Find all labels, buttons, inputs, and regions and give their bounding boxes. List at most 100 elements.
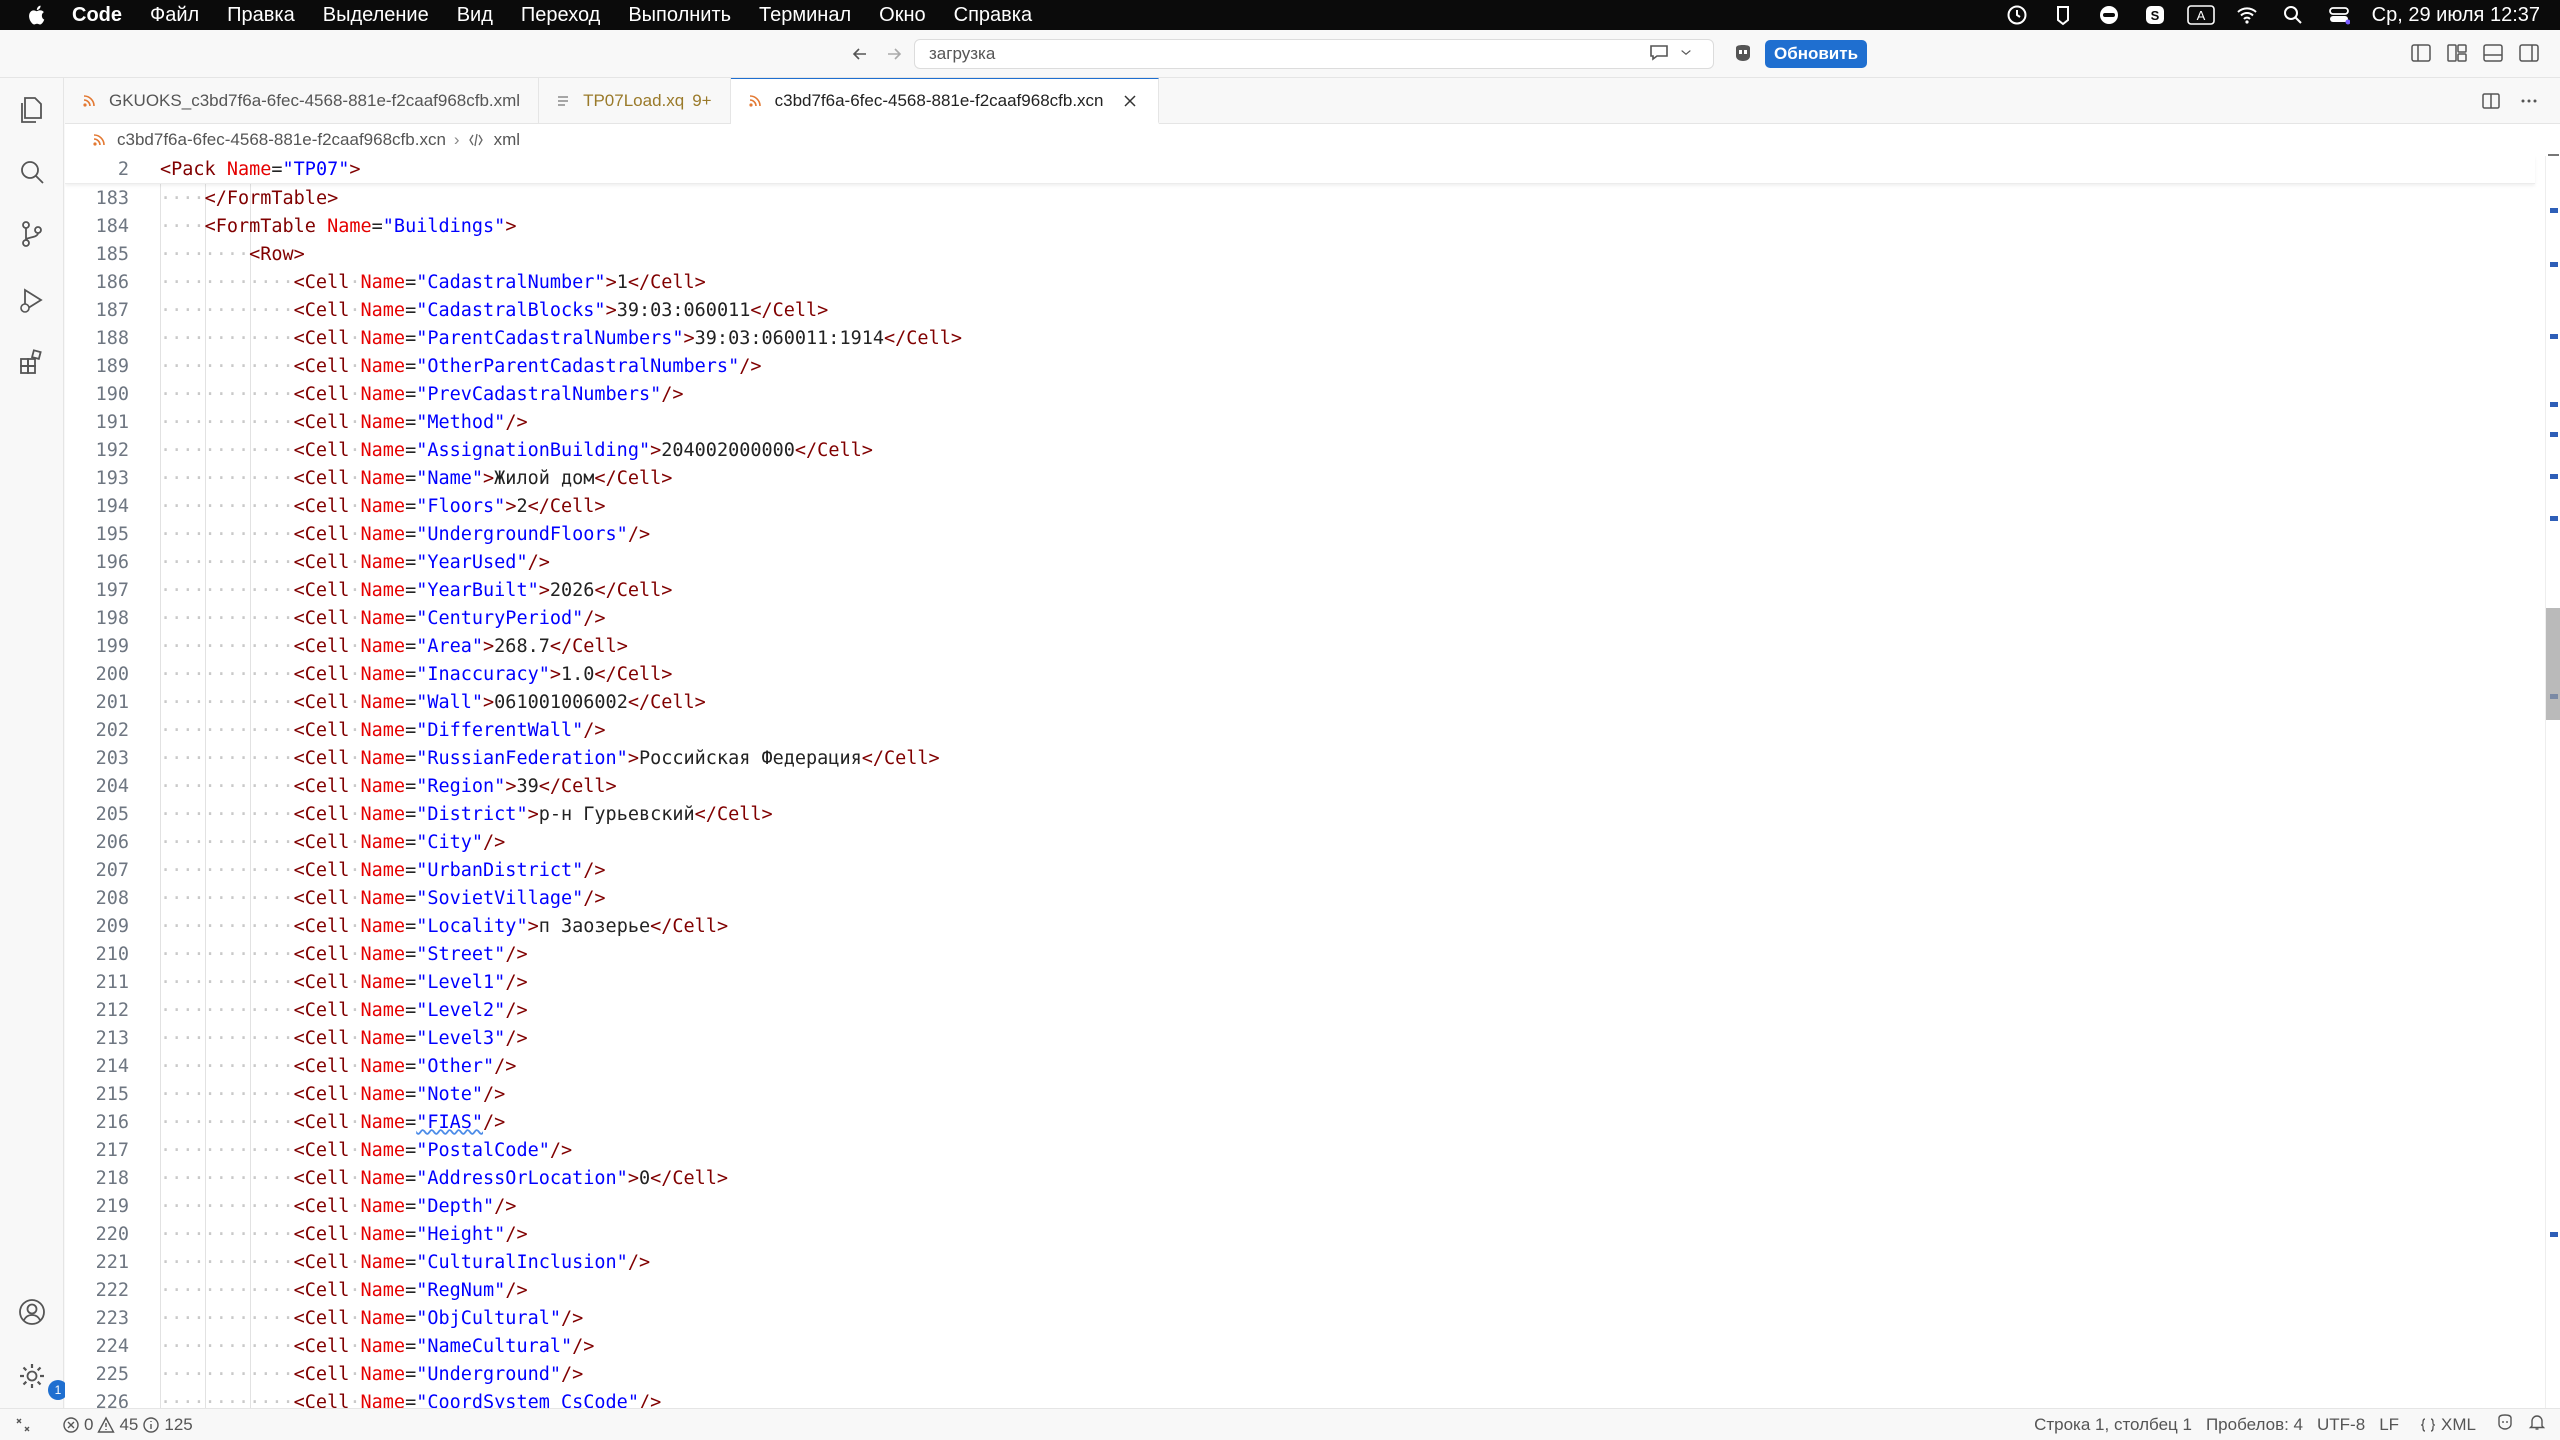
breadcrumb-file[interactable]: c3bd7f6a-6fec-4568-881e-f2caaf968cfb.xcn [117,130,446,150]
code-line[interactable]: 185 ········<Row> [65,240,2535,268]
code-line[interactable]: 213 ············<Cell·Name="Level3"/> [65,1024,2535,1052]
code-line[interactable]: 202 ············<Cell·Name="DifferentWall… [65,716,2535,744]
customize-layout-icon[interactable] [2446,42,2468,69]
run-and-debug-icon[interactable] [14,282,50,318]
code-line[interactable]: 186 ············<Cell·Name="CadastralNumb… [65,268,2535,296]
tab-tp07load-xq[interactable]: TP07Load.xq 9+ [539,78,731,124]
code-line[interactable]: 183 ····</FormTable> [65,184,2535,212]
tray-keyboard-layout-icon[interactable]: A [2178,4,2224,26]
menu-edit[interactable]: Правка [213,4,309,27]
code-line[interactable]: 210 ············<Cell·Name="Street"/> [65,940,2535,968]
search-icon[interactable] [14,154,50,190]
tab-gkuoks-xml[interactable]: GKUOKS_c3bd7f6a-6fec-4568-881e-f2caaf968… [65,78,540,124]
more-actions-icon[interactable] [2518,90,2540,117]
breadcrumb-node[interactable]: xml [494,130,520,150]
code-line[interactable]: 193 ············<Cell·Name="Name">Жилой д… [65,464,2535,492]
tray-gamepad-icon[interactable] [2086,4,2132,26]
code-line[interactable]: 192 ············<Cell·Name="AssignationBu… [65,436,2535,464]
code-line[interactable]: 225 ············<Cell·Name="Underground"/… [65,1360,2535,1388]
code-line[interactable]: 226 ············<Cell·Name="CoordSystem C… [65,1388,2535,1409]
indentation[interactable]: Пробелов: 4 [2206,1415,2303,1435]
code-line[interactable]: 218 ············<Cell·Name="AddressOrLoca… [65,1164,2535,1192]
copilot-icon[interactable] [1732,42,1754,64]
tab-xcn-active[interactable]: c3bd7f6a-6fec-4568-881e-f2caaf968cfb.xcn [730,78,1159,124]
code-line[interactable]: 203 ············<Cell·Name="RussianFedera… [65,744,2535,772]
code-line[interactable]: 224 ············<Cell·Name="NameCultural"… [65,1332,2535,1360]
extensions-icon[interactable] [14,344,50,380]
code-line[interactable]: 208 ············<Cell·Name="SovietVillage… [65,884,2535,912]
source-control-icon[interactable] [14,216,50,252]
tray-spotlight-icon[interactable] [2270,4,2316,26]
code-line[interactable]: 207 ············<Cell·Name="UrbanDistrict… [65,856,2535,884]
code-line[interactable]: 212 ············<Cell·Name="Level2"/> [65,996,2535,1024]
editor-scrollbar[interactable] [2545,154,2560,1408]
copilot-status-icon[interactable] [2496,1413,2514,1436]
back-arrow-icon[interactable] [848,42,872,66]
code-line[interactable]: 217 ············<Cell·Name="PostalCode"/> [65,1136,2535,1164]
menu-run[interactable]: Выполнить [614,4,745,27]
update-button[interactable]: Обновить [1765,40,1867,68]
tray-wifi-icon[interactable] [2224,4,2270,26]
code-line[interactable]: 216 ············<Cell·Name="FIAS"/> [65,1108,2535,1136]
end-of-line[interactable]: LF [2379,1415,2399,1435]
code-line[interactable]: 219 ············<Cell·Name="Depth"/> [65,1192,2535,1220]
menu-app-name[interactable]: Code [58,4,136,27]
code-line[interactable]: 198 ············<Cell·Name="CenturyPeriod… [65,604,2535,632]
scrollbar-thumb[interactable] [2546,608,2560,720]
menu-view[interactable]: Вид [443,4,507,27]
code-line[interactable]: 204 ············<Cell·Name="Region">39</C… [65,772,2535,800]
code-line[interactable]: 211 ············<Cell·Name="Level1"/> [65,968,2535,996]
code-line[interactable]: 184 ····<FormTable Name="Buildings"> [65,212,2535,240]
chat-icon[interactable] [1648,41,1670,68]
menu-selection[interactable]: Выделение [309,4,443,27]
menubar-clock[interactable]: Ср, 29 июля 12:37 [2362,4,2540,27]
sticky-scroll-line[interactable]: 2 <Pack Name="TP07"> [65,156,2535,184]
tray-timer-icon[interactable] [1994,4,2040,26]
toggle-secondary-sidebar-icon[interactable] [2518,42,2540,69]
menu-help[interactable]: Справка [940,4,1046,27]
tray-skype-icon[interactable]: S [2132,4,2178,26]
code-line[interactable]: 194 ············<Cell·Name="Floors">2</Ce… [65,492,2535,520]
toggle-primary-sidebar-icon[interactable] [2410,42,2432,69]
menu-terminal[interactable]: Терминал [745,4,865,27]
forward-arrow-icon[interactable] [882,42,906,66]
code-line[interactable]: 196 ············<Cell·Name="YearUsed"/> [65,548,2535,576]
explorer-icon[interactable] [14,92,50,128]
menu-file[interactable]: Файл [136,4,213,27]
encoding[interactable]: UTF-8 [2317,1415,2365,1435]
notifications-bell-icon[interactable] [2528,1413,2546,1436]
code-line[interactable]: 195 ············<Cell·Name="UndergroundFl… [65,520,2535,548]
code-line[interactable]: 200 ············<Cell·Name="Inaccuracy">1… [65,660,2535,688]
apple-icon[interactable] [14,4,58,26]
menu-go[interactable]: Переход [507,4,614,27]
tray-shield-icon[interactable] [2040,4,2086,26]
chevron-down-icon[interactable] [1678,41,1694,68]
code-line[interactable]: 215 ············<Cell·Name="Note"/> [65,1080,2535,1108]
code-line[interactable]: 209 ············<Cell·Name="Locality">п З… [65,912,2535,940]
cursor-position[interactable]: Строка 1, столбец 1 [2034,1415,2192,1435]
split-editor-icon[interactable] [2480,90,2502,117]
toggle-panel-icon[interactable] [2482,42,2504,69]
code-line[interactable]: 188 ············<Cell·Name="ParentCadastr… [65,324,2535,352]
language-mode[interactable]: XML [2413,1415,2482,1435]
code-line[interactable]: 189 ············<Cell·Name="OtherParentCa… [65,352,2535,380]
code-line[interactable]: 201 ············<Cell·Name="Wall">0610010… [65,688,2535,716]
code-editor[interactable]: 2 <Pack Name="TP07"> 183 ····</FormTable… [65,156,2545,1408]
code-line[interactable]: 199 ············<Cell·Name="Area">268.7</… [65,632,2535,660]
code-line[interactable]: 205 ············<Cell·Name="District">р-н… [65,800,2535,828]
accounts-icon[interactable] [14,1294,50,1330]
code-line[interactable]: 191 ············<Cell·Name="Method"/> [65,408,2535,436]
code-line[interactable]: 187 ············<Cell·Name="CadastralBloc… [65,296,2535,324]
command-center-search[interactable]: загрузка [914,39,1714,69]
code-line[interactable]: 206 ············<Cell·Name="City"/> [65,828,2535,856]
code-line[interactable]: 223 ············<Cell·Name="ObjCultural"/… [65,1304,2535,1332]
settings-gear-icon[interactable]: 1 [14,1358,68,1400]
code-line[interactable]: 190 ············<Cell·Name="PrevCadastral… [65,380,2535,408]
remote-indicator-icon[interactable] [0,1416,38,1434]
code-line[interactable]: 221 ············<Cell·Name="CulturalInclu… [65,1248,2535,1276]
menu-window[interactable]: Окно [865,4,939,27]
code-line[interactable]: 214 ············<Cell·Name="Other"/> [65,1052,2535,1080]
code-line[interactable]: 222 ············<Cell·Name="RegNum"/> [65,1276,2535,1304]
code-line[interactable]: 220 ············<Cell·Name="Height"/> [65,1220,2535,1248]
close-icon[interactable] [1122,92,1140,110]
